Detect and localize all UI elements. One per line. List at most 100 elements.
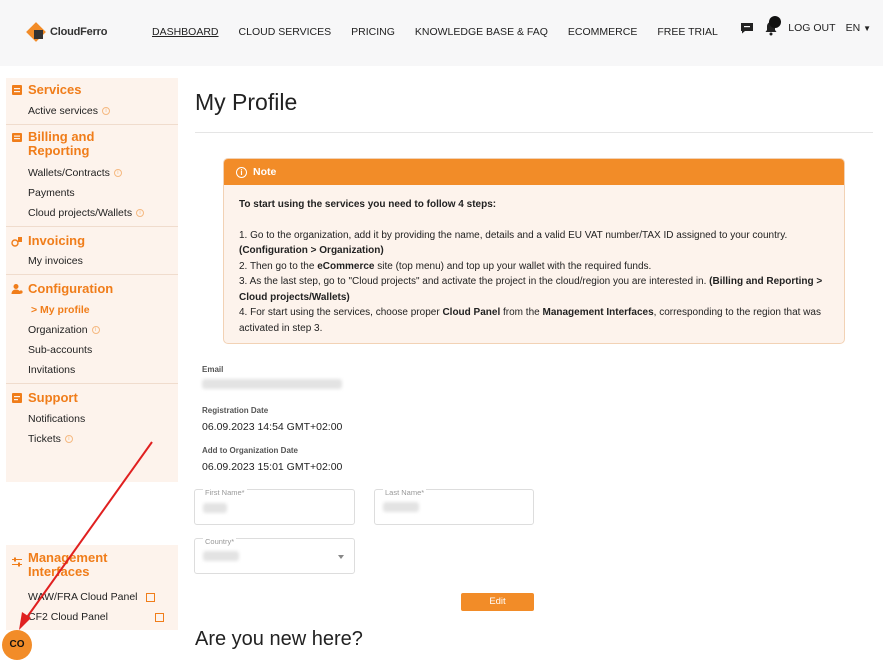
organization-date-value: 06.09.2023 15:01 GMT+02:00 — [202, 461, 343, 473]
note-step-4-mid: from the — [503, 307, 540, 318]
main-nav: DASHBOARD CLOUD SERVICES PRICING KNOWLED… — [152, 26, 718, 38]
note-step-4-bold2: Management Interfaces — [542, 307, 654, 318]
info-icon: i — [236, 166, 247, 178]
sidebar-item-label: WAW/FRA Cloud Panel — [28, 591, 138, 603]
note-step-2-post: site (top menu) and top up your wallet w… — [377, 260, 652, 272]
note-intro: To start using the services you need to … — [239, 199, 497, 210]
note-heading: Note — [253, 166, 277, 178]
sidebar-item-my-profile[interactable]: > My profile — [6, 300, 178, 320]
sidebar-item-notifications[interactable]: Notifications — [6, 409, 178, 429]
email-label: Email — [202, 365, 224, 374]
info-icon: i — [91, 326, 100, 334]
sidebar-item-invitations[interactable]: Invitations — [6, 360, 178, 380]
country-label: Country* — [203, 537, 237, 546]
first-name-value-redacted — [203, 503, 227, 513]
sidebar-item-tickets[interactable]: Tickets i — [6, 429, 178, 449]
language-label: EN — [845, 22, 861, 34]
nav-free-trial[interactable]: FREE TRIAL — [657, 26, 718, 38]
divider — [6, 124, 178, 125]
chevron-down-icon — [338, 555, 344, 559]
sidebar-section-support: Support — [6, 391, 178, 405]
note-header: i Note — [224, 159, 844, 185]
country-value-redacted — [203, 551, 239, 561]
cloudferro-logo-icon — [26, 22, 46, 42]
sidebar-management: Management Interfaces WAW/FRA Cloud Panel… — [6, 545, 178, 630]
note-step-4: 4. For start using the services, choose … — [239, 305, 829, 336]
chat-icon[interactable] — [740, 22, 754, 34]
organization-date-label: Add to Organization Date — [202, 446, 298, 455]
edit-button[interactable]: Edit — [461, 593, 534, 611]
billing-title-line2: Reporting — [28, 143, 90, 158]
sidebar-item-label: My invoices — [28, 255, 83, 267]
registration-date-value: 06.09.2023 14:54 GMT+02:00 — [202, 421, 343, 433]
first-name-field[interactable]: First Name* — [194, 488, 355, 525]
sidebar-item-label: Payments — [28, 187, 75, 199]
note-step-2-pre: 2. Then go to the — [239, 260, 315, 272]
sidebar-item-waw-fra-cloud-panel[interactable]: WAW/FRA Cloud Panel — [6, 587, 178, 607]
note-step-2: 2. Then go to the eCommerce site (top me… — [239, 259, 829, 275]
info-icon: i — [113, 169, 122, 177]
section-title-new-here: Are you new here? — [195, 628, 363, 650]
note-step-4-bold1: Cloud Panel — [442, 307, 501, 318]
sidebar-item-label: Cloud projects/Wallets — [28, 207, 133, 219]
first-name-label: First Name* — [203, 488, 247, 497]
sidebar-item-label: Wallets/Contracts — [28, 167, 110, 179]
divider — [195, 132, 873, 133]
sidebar-item-cloud-projects-wallets[interactable]: Cloud projects/Wallets i — [6, 203, 178, 223]
top-navigation-bar: CloudFerro DASHBOARD CLOUD SERVICES PRIC… — [0, 0, 883, 66]
sliders-icon — [12, 557, 22, 567]
support-icon — [12, 393, 22, 403]
note-body: To start using the services you need to … — [224, 185, 844, 336]
note-step-3: 3. As the last step, go to "Cloud projec… — [239, 274, 829, 305]
language-selector[interactable]: EN ▼ — [846, 22, 871, 34]
sidebar-item-cf2-cloud-panel[interactable]: CF2 Cloud Panel — [6, 607, 178, 627]
logo-text: CloudFerro — [50, 26, 108, 38]
top-right-controls: LOG OUT EN ▼ — [740, 16, 871, 36]
divider — [6, 383, 178, 384]
chevron-down-icon: ▼ — [863, 24, 871, 33]
last-name-value-redacted — [383, 502, 419, 512]
user-gear-icon — [11, 284, 23, 294]
management-title: Management Interfaces — [28, 551, 107, 579]
sidebar-item-organization[interactable]: Organization i — [6, 320, 178, 340]
last-name-label: Last Name* — [383, 488, 427, 497]
sidebar-section-services: Services — [6, 83, 178, 97]
sidebar-item-label: CF2 Cloud Panel — [28, 611, 108, 623]
note-step-2-bold: eCommerce — [317, 260, 375, 272]
note-step-1-bold: (Configuration > Organization) — [239, 245, 384, 256]
sidebar-item-wallets-contracts[interactable]: Wallets/Contracts i — [6, 163, 178, 183]
last-name-field[interactable]: Last Name* — [374, 488, 534, 525]
sidebar-item-label: Organization — [28, 324, 88, 336]
sidebar-item-label: Invitations — [28, 364, 76, 376]
external-link-icon — [145, 592, 155, 602]
cloudferro-logo[interactable]: CloudFerro — [26, 22, 107, 42]
nav-cloud-services[interactable]: CLOUD SERVICES — [239, 26, 332, 38]
nav-dashboard[interactable]: DASHBOARD — [152, 26, 219, 38]
floating-co-button[interactable]: CO — [2, 630, 32, 660]
nav-ecommerce[interactable]: ECOMMERCE — [568, 26, 637, 38]
services-title: Services — [28, 82, 82, 97]
registration-date-label: Registration Date — [202, 406, 269, 415]
invoicing-title: Invoicing — [28, 233, 86, 248]
nav-knowledge-base[interactable]: KNOWLEDGE BASE & FAQ — [415, 26, 548, 38]
sidebar-item-payments[interactable]: Payments — [6, 183, 178, 203]
nav-pricing[interactable]: PRICING — [351, 26, 395, 38]
sidebar-item-my-invoices[interactable]: My invoices — [6, 251, 178, 271]
sidebar-item-label: Notifications — [28, 413, 86, 425]
country-select[interactable]: Country* — [194, 537, 355, 574]
page-title: My Profile — [195, 89, 298, 115]
notification-dot — [769, 16, 782, 28]
sidebar-section-configuration: Configuration — [6, 282, 178, 296]
logout-link[interactable]: LOG OUT — [788, 22, 835, 34]
divider — [6, 226, 178, 227]
sidebar-item-active-services[interactable]: Active services i — [6, 101, 178, 121]
sidebar-item-sub-accounts[interactable]: Sub-accounts — [6, 340, 178, 360]
external-link-icon — [155, 612, 164, 622]
services-icon — [12, 85, 22, 95]
note-step-4-pre: 4. For start using the services, choose … — [239, 307, 440, 318]
invoicing-icon — [11, 237, 22, 247]
note-box: i Note To start using the services you n… — [223, 158, 845, 344]
notifications-bell[interactable] — [764, 16, 782, 36]
billing-icon — [12, 133, 22, 142]
info-icon: i — [136, 209, 145, 217]
